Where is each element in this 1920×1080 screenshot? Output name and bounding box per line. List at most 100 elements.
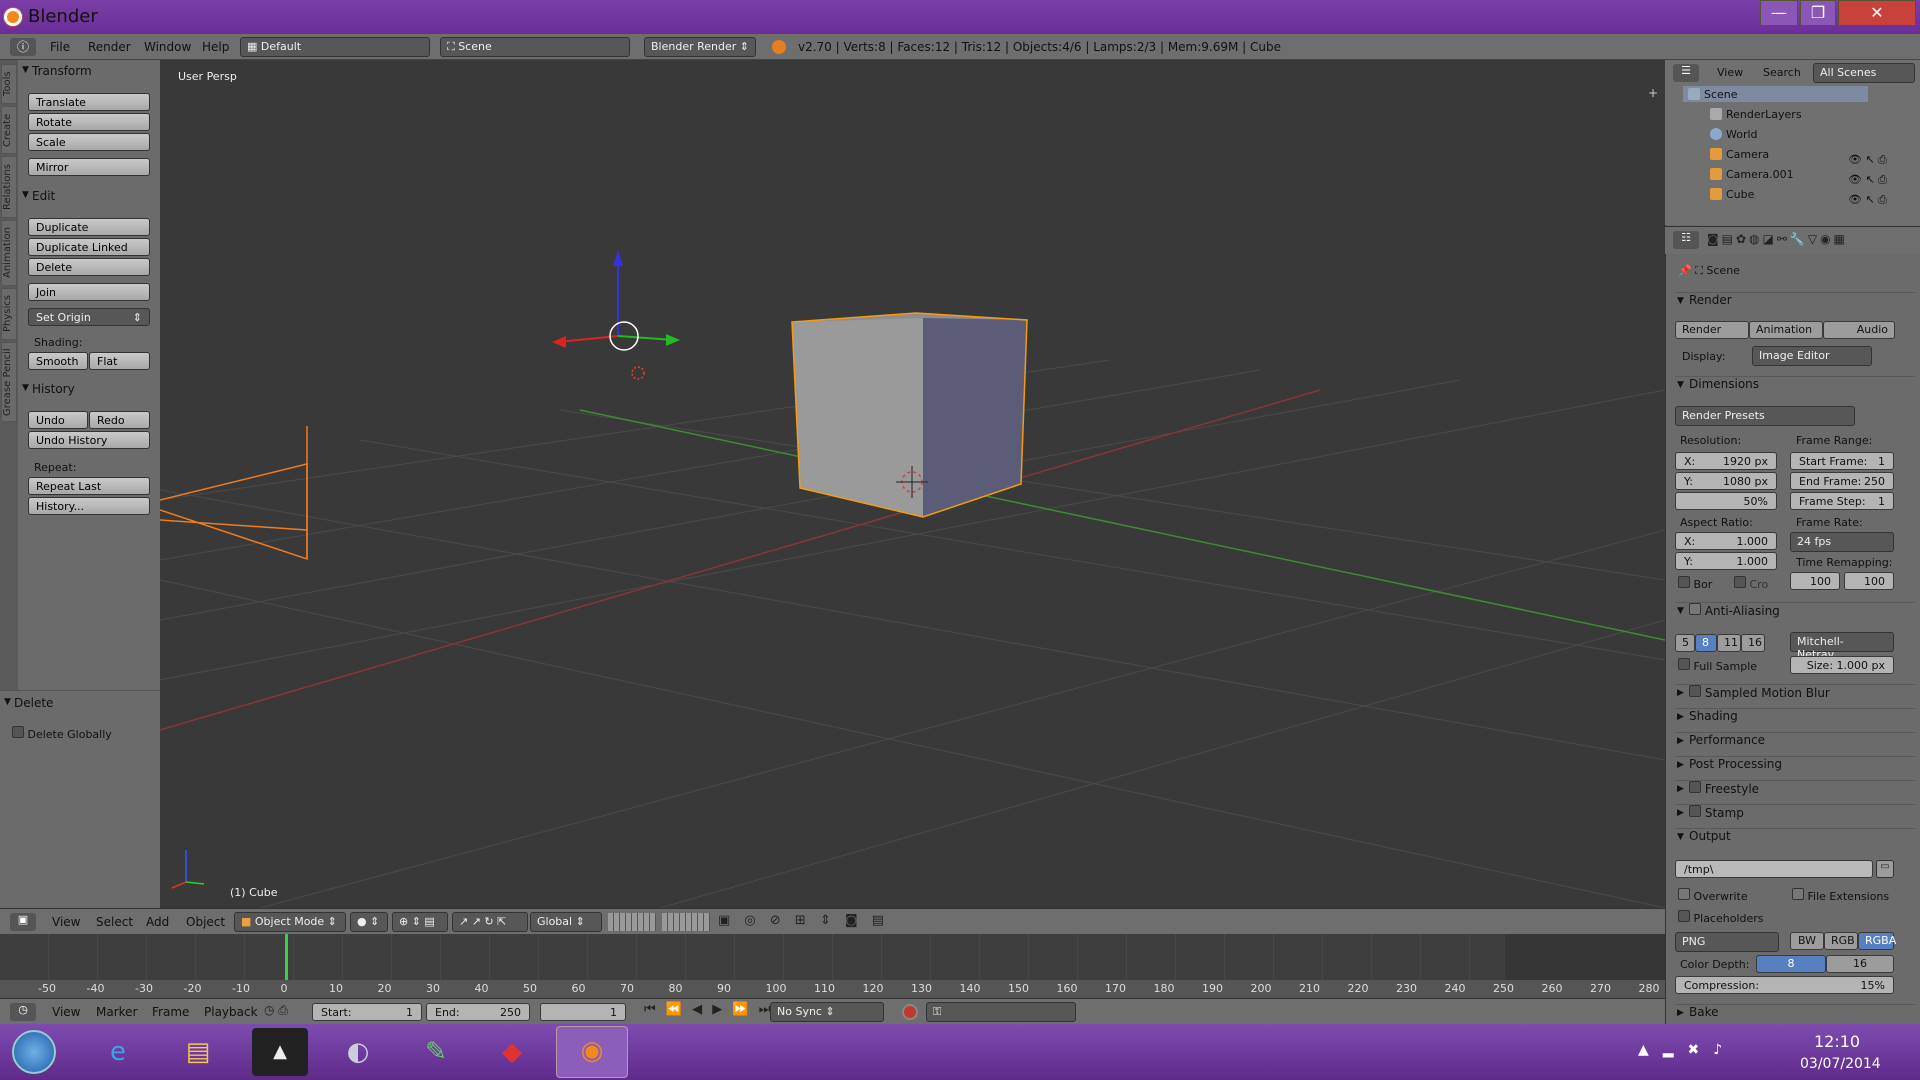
aa-sample-11[interactable]: 11 (1717, 634, 1741, 652)
duplicate-button[interactable]: Duplicate (28, 218, 150, 236)
file-extensions-checkbox[interactable]: File Extensions (1792, 888, 1889, 903)
aa-sample-16[interactable]: 16 (1741, 634, 1765, 652)
outliner-filter-select[interactable]: All Scenes (1813, 63, 1915, 83)
post-processing-section[interactable]: Post Processing (1675, 756, 1915, 776)
rgb-button[interactable]: RGB (1824, 932, 1858, 950)
frame-rate-select[interactable]: 24 fps (1790, 532, 1894, 552)
flat-button[interactable]: Flat (89, 352, 150, 370)
display-select[interactable]: Image Editor (1752, 346, 1872, 366)
border-checkbox[interactable]: Bor (1678, 576, 1712, 591)
file-explorer-icon[interactable]: ▤ (170, 1028, 226, 1076)
aa-size-field[interactable]: Size: 1.000 px (1790, 656, 1894, 674)
redo-button[interactable]: Redo (89, 411, 150, 429)
bw-button[interactable]: BW (1790, 932, 1824, 950)
steam-icon[interactable]: ◐ (330, 1028, 386, 1076)
aspect-y-field[interactable]: Y: 1.000 (1675, 552, 1777, 570)
outliner-menu-search[interactable]: Search (1763, 66, 1801, 79)
menu-window[interactable]: Window (144, 40, 191, 54)
viewport-editor-type-icon[interactable]: ▣ (10, 913, 36, 931)
3d-viewport[interactable]: User Persp (1) Cube + (160, 60, 1665, 908)
outliner-row-camera001[interactable]: Camera.001 (1710, 168, 1794, 186)
delete-globally-checkbox[interactable]: Delete Globally (12, 726, 112, 741)
full-sample-checkbox[interactable]: Full Sample (1678, 658, 1757, 673)
aa-checkbox[interactable] (1689, 603, 1701, 615)
sketchup-icon[interactable]: ◆ (484, 1028, 540, 1076)
keying-set-field[interactable]: ⚿ (926, 1002, 1076, 1022)
outliner-row-cube[interactable]: Cube (1710, 188, 1754, 206)
end-frame-field[interactable]: End: 250 (426, 1003, 530, 1021)
snap-icons[interactable]: ▣ ◎ ⊘ ⊞ ⇕ ◙ ▤ (718, 913, 889, 928)
history-panel-header[interactable]: History (18, 382, 158, 402)
vp-menu-select[interactable]: Select (96, 915, 133, 929)
set-origin-select[interactable]: Set Origin ⇕ (28, 308, 150, 326)
gizmo-x-arrow[interactable] (557, 335, 619, 343)
menu-help[interactable]: Help (202, 40, 229, 54)
camera-object[interactable] (160, 426, 308, 561)
render-section-header[interactable]: Render (1675, 292, 1915, 312)
crop-checkbox[interactable]: Cro (1734, 576, 1768, 591)
notepad-icon[interactable]: ✎ (408, 1028, 464, 1076)
audio-button[interactable]: Audio (1823, 321, 1895, 339)
performance-section[interactable]: Performance (1675, 732, 1915, 752)
vp-menu-object[interactable]: Object (186, 915, 225, 929)
properties-editor-type-icon[interactable]: ☷ (1673, 231, 1699, 249)
layer-buttons-2[interactable] (662, 913, 710, 931)
start-button[interactable] (12, 1030, 56, 1074)
tl-menu-view[interactable]: View (52, 1005, 80, 1019)
outliner-menu-view[interactable]: View (1717, 66, 1743, 79)
repeat-last-button[interactable]: Repeat Last (28, 477, 150, 495)
viewport-shading-select[interactable]: ● ⇕ (350, 912, 388, 932)
timeline-editor-type-icon[interactable]: ◷ (10, 1003, 36, 1021)
current-frame-field[interactable]: 1 (540, 1003, 626, 1021)
tab-physics[interactable]: Physics (1, 288, 17, 340)
menu-render[interactable]: Render (88, 40, 131, 54)
close-button[interactable]: ✕ (1838, 0, 1916, 26)
clock-date[interactable]: 03/07/2014 (1800, 1056, 1881, 1072)
preview-range-icon[interactable]: ◷ ⎙ (264, 1003, 288, 1018)
transform-panel-header[interactable]: Transform (18, 64, 158, 84)
edit-panel-header[interactable]: Edit (18, 189, 158, 209)
record-icon[interactable] (902, 1004, 918, 1020)
render-button[interactable]: Render (1675, 321, 1749, 339)
menu-file[interactable]: File (50, 40, 70, 54)
properties-toggle-icon[interactable]: + (1648, 86, 1658, 100)
screen-layout-field[interactable]: ▦ Default (240, 37, 430, 57)
motion-blur-section[interactable]: Sampled Motion Blur (1675, 684, 1915, 704)
blender-taskbar-icon[interactable]: ◉ (556, 1026, 628, 1078)
resolution-percent-field[interactable]: 50% (1675, 492, 1777, 510)
bake-section[interactable]: Bake (1675, 1004, 1915, 1024)
outliner-row-world[interactable]: World (1710, 128, 1758, 146)
freestyle-section[interactable]: Freestyle (1675, 780, 1915, 800)
outliner-editor-type-icon[interactable]: ☰ (1673, 64, 1699, 82)
remap-old-field[interactable]: 100 (1790, 572, 1840, 590)
rotate-button[interactable]: Rotate (28, 113, 150, 131)
history-button[interactable]: History... (28, 497, 150, 515)
outliner-row-scene[interactable]: Scene (1688, 88, 1738, 106)
aa-sample-8[interactable]: 8 (1695, 634, 1717, 652)
mirror-button[interactable]: Mirror (28, 158, 150, 176)
tab-relations[interactable]: Relations (1, 156, 17, 218)
resolution-x-field[interactable]: X: 1920 px (1675, 452, 1777, 470)
resolution-y-field[interactable]: Y: 1080 px (1675, 472, 1777, 490)
scene-field[interactable]: ⛶ Scene (440, 37, 630, 57)
outliner-row-renderlayers[interactable]: RenderLayers (1710, 108, 1802, 126)
smooth-button[interactable]: Smooth (28, 352, 88, 370)
tab-create[interactable]: Create (1, 106, 17, 154)
maximize-button[interactable]: ❐ (1800, 0, 1836, 26)
tl-menu-marker[interactable]: Marker (96, 1005, 137, 1019)
tl-menu-frame[interactable]: Frame (152, 1005, 189, 1019)
animation-button[interactable]: Animation (1749, 321, 1823, 339)
undo-button[interactable]: Undo (28, 411, 88, 429)
join-button[interactable]: Join (28, 283, 150, 301)
frame-step-field[interactable]: Frame Step: 1 (1790, 492, 1894, 510)
system-tray-icons[interactable]: ▲▂✖♪ (1638, 1042, 1736, 1058)
depth-8-button[interactable]: 8 (1756, 955, 1826, 973)
end-frame-prop-field[interactable]: End Frame: 250 (1790, 472, 1894, 490)
render-presets-select[interactable]: Render Presets (1675, 406, 1855, 426)
manipulator-buttons[interactable]: ↗ ↗ ↻ ⇱ (452, 912, 528, 932)
delete-button[interactable]: Delete (28, 258, 150, 276)
sync-select[interactable]: No Sync ⇕ (770, 1002, 884, 1022)
tl-menu-playback[interactable]: Playback (204, 1005, 258, 1019)
current-frame-marker[interactable] (285, 934, 288, 980)
clock-time[interactable]: 12:10 (1814, 1032, 1860, 1051)
